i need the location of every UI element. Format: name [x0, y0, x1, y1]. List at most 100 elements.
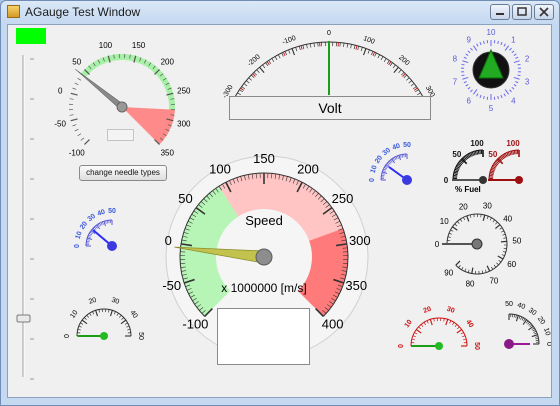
tick-label: 0	[58, 86, 63, 95]
application-window: AGauge Test Window -100-50 0 50 100 150 …	[0, 0, 560, 406]
window-title: AGauge Test Window	[25, 5, 141, 19]
tick-label: 100	[362, 35, 375, 46]
close-button[interactable]	[534, 4, 554, 20]
needle-hub	[435, 342, 443, 350]
tick-label: -50	[54, 120, 66, 129]
tick-label: 10	[75, 230, 84, 240]
tick-label: 100	[99, 41, 113, 50]
tick-label: 150	[132, 41, 146, 50]
tick-label: 300	[349, 233, 371, 248]
needle-hub	[100, 332, 108, 340]
tick-label: 60	[507, 260, 516, 269]
needle	[75, 69, 125, 110]
tick-label: 50	[473, 342, 480, 350]
tick-label: 350	[161, 148, 175, 157]
change-needle-types-button[interactable]: change needle types	[79, 165, 167, 181]
tick-label: -50	[162, 278, 181, 293]
small-blue-gauge-top: 0 102030 40 50	[369, 142, 412, 185]
tick-label: 250	[177, 86, 191, 95]
tick-label: -100	[182, 317, 208, 332]
tick-label: 30	[382, 147, 393, 157]
tick-label: 30	[483, 201, 492, 210]
tick-label: 0	[369, 178, 376, 182]
tick-label: 40	[128, 309, 138, 320]
gauge-value-box	[107, 129, 134, 141]
speed-value-box	[217, 308, 310, 365]
dial-label: 1	[511, 35, 516, 44]
volt-gauge: -300-200-1000100200300	[222, 30, 436, 100]
tick-label: 300	[177, 120, 191, 129]
tick-label: 40	[516, 302, 526, 311]
needle-hub	[471, 238, 483, 250]
tick-label: 0	[545, 342, 552, 346]
tick-label: 20	[88, 297, 98, 306]
maximize-button[interactable]	[512, 4, 532, 20]
tick-label: 0	[444, 176, 449, 185]
tick-label: 50	[108, 208, 116, 215]
speed-units: x 1000000 [m/s]	[221, 281, 306, 295]
tick-label: 0	[165, 233, 172, 248]
tick-label: 30	[527, 307, 538, 317]
bottom-right-gauge: 0 1020304050	[504, 301, 552, 349]
tick-label: 50	[452, 150, 461, 159]
tick-label: 50	[512, 237, 521, 246]
tick-label: 80	[466, 279, 475, 288]
tick-label: 0	[64, 334, 71, 338]
tick-label: 100	[470, 139, 484, 148]
tick-label: -200	[246, 54, 261, 68]
close-icon	[539, 7, 549, 17]
tick-label: 40	[97, 209, 107, 218]
title-bar[interactable]: AGauge Test Window	[1, 1, 559, 23]
tick-label: 0	[435, 240, 440, 249]
needle-hub	[255, 248, 273, 266]
needle-hub-black	[479, 176, 487, 184]
tick-label: 70	[489, 276, 498, 285]
tick-label: 30	[87, 213, 98, 223]
tick-label: 0	[327, 30, 331, 37]
app-icon	[7, 5, 20, 18]
vertical-slider[interactable]	[16, 55, 34, 380]
green-range-band	[80, 54, 175, 110]
tick-label: 400	[322, 317, 344, 332]
minimize-button[interactable]	[490, 4, 510, 20]
dial-gauge: 10 1 2 3 4 5 6 7 8 9	[453, 28, 530, 113]
volt-caption-box: Volt	[229, 96, 431, 120]
tick-label: 10	[404, 319, 414, 330]
slider-thumb[interactable]	[16, 314, 31, 323]
tick-label: 50	[178, 191, 192, 206]
tick-label: 10	[370, 164, 379, 174]
tick-label: 200	[297, 162, 319, 177]
dial-label: 8	[453, 54, 458, 63]
tick-label: 50	[403, 142, 411, 149]
fuel-caption: % Fuel	[455, 185, 481, 194]
tick-label: 200	[161, 58, 175, 67]
speed-title: Speed	[245, 213, 283, 228]
tick-label: 20	[536, 316, 546, 327]
dial-label: 2	[525, 54, 530, 63]
tick-label: -100	[281, 35, 297, 46]
tick-label: 40	[464, 319, 474, 330]
tick-label: 30	[446, 306, 456, 315]
tick-label: 10	[440, 217, 449, 226]
bottom-red-gauge: 0 10 20 30 40 50	[398, 306, 480, 350]
dial-label: 7	[453, 78, 458, 87]
needle-hub	[116, 101, 128, 113]
tick-label: 20	[374, 154, 384, 165]
needle-hub	[504, 339, 514, 349]
tick-label: 90	[444, 268, 453, 277]
needle-hub	[107, 241, 117, 251]
tick-label: 50	[488, 150, 497, 159]
needle-hub	[402, 175, 412, 185]
tick-label: 10	[69, 309, 79, 320]
tick-label: 30	[110, 297, 120, 306]
tick-label: 50	[72, 58, 81, 67]
dial-label: 6	[466, 97, 471, 106]
tick-label: 200	[397, 54, 411, 67]
bottom-left-gauge: 0 10 20 30 40 50	[64, 297, 144, 340]
tick-label: 250	[332, 191, 354, 206]
dial-label: 3	[525, 78, 530, 87]
tick-label: 20	[459, 202, 468, 211]
tick-label: 100	[506, 139, 520, 148]
tick-label: 40	[503, 214, 512, 223]
tick-label: 0	[398, 344, 405, 348]
